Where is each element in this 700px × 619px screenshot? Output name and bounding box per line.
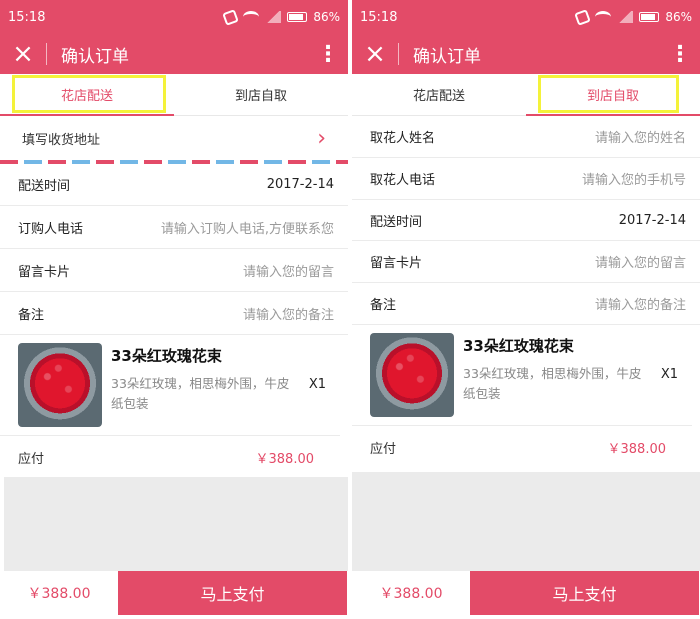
remark-input[interactable]: 请输入您的备注 (595, 294, 686, 313)
delivery-time-row[interactable]: 配送时间 2017-2-14 (352, 200, 700, 241)
message-card-row: 留言卡片 请输入您的留言 (352, 241, 700, 283)
remark-row: 备注 请输入您的备注 (0, 292, 348, 335)
product-description: 33朵红玫瑰，相思梅外围，牛皮纸包装 (111, 376, 290, 411)
payable-row: 应付 ￥388.00 (0, 435, 340, 479)
row-label: 留言卡片 (370, 256, 423, 271)
page-title: 确认订单 (413, 46, 481, 67)
row-label: 配送时间 (18, 179, 71, 194)
delivery-time-row[interactable]: 配送时间 2017-2-14 (0, 164, 348, 206)
payable-row: 应付 ￥388.00 (352, 425, 692, 469)
empty-area (352, 472, 700, 571)
product-image (370, 333, 454, 417)
pickup-phone-input[interactable]: 请输入您的手机号 (582, 169, 686, 188)
pickup-name-row: 取花人姓名 请输入您的姓名 (352, 116, 700, 158)
status-bar: 15:18 86% (352, 0, 700, 34)
footer-bar: ￥388.00 马上支付 (0, 571, 348, 615)
rotation-icon (574, 8, 592, 26)
message-card-row: 留言卡片 请输入您的留言 (0, 249, 348, 292)
remark-row: 备注 请输入您的备注 (352, 283, 700, 325)
chevron-right-icon: › (317, 125, 326, 151)
highlight-box (538, 75, 679, 113)
product-name: 33朵红玫瑰花束 (463, 337, 574, 355)
battery-icon (287, 12, 308, 22)
row-label: 取花人姓名 (370, 131, 436, 146)
signal-icon (265, 11, 282, 23)
message-input[interactable]: 请输入您的留言 (595, 252, 686, 271)
payable-amount: ￥388.00 (255, 452, 315, 467)
address-row[interactable]: 填写收货地址 › (0, 116, 348, 160)
product-item: 33朵红玫瑰花束 33朵红玫瑰，相思梅外围，牛皮纸包装 X1 (0, 335, 348, 435)
close-icon[interactable]: × (0, 34, 46, 74)
row-label: 订购人电话 (18, 221, 84, 237)
pickup-phone-row: 取花人电话 请输入您的手机号 (352, 158, 700, 200)
app-bar: × 确认订单 ⋮ (0, 34, 348, 74)
pay-now-button[interactable]: 马上支付 (470, 571, 699, 615)
delivery-date: 2017-2-14 (618, 212, 686, 228)
buyer-phone-input[interactable]: 请输入订购人电话,方便联系您 (161, 218, 334, 237)
pickup-name-input[interactable]: 请输入您的姓名 (595, 127, 686, 146)
payable-label: 应付 (370, 442, 397, 457)
status-time: 15:18 (360, 9, 398, 25)
payable-label: 应付 (18, 452, 45, 467)
battery-icon (639, 12, 660, 22)
signal-icon (617, 11, 634, 23)
product-item: 33朵红玫瑰花束 33朵红玫瑰，相思梅外围，牛皮纸包装 X1 (352, 325, 700, 425)
row-label: 取花人电话 (370, 173, 436, 188)
status-bar: 15:18 86% (0, 0, 348, 34)
battery-level: 86% (313, 10, 340, 24)
buyer-phone-row: 订购人电话 请输入订购人电话,方便联系您 (0, 206, 348, 249)
rotation-icon (222, 8, 240, 26)
remark-input[interactable]: 请输入您的备注 (243, 304, 334, 323)
screen-delivery: 15:18 86% × 确认订单 ⋮ 花店配送 到店自取 填写收货地址 › 配送… (0, 0, 348, 619)
page-title: 确认订单 (61, 46, 129, 67)
more-icon[interactable]: ⋮ (660, 34, 700, 74)
row-label: 留言卡片 (18, 264, 71, 280)
footer-bar: ￥388.00 马上支付 (352, 571, 700, 615)
wifi-icon (243, 11, 260, 23)
footer-total: ￥388.00 (27, 586, 91, 602)
product-description: 33朵红玫瑰，相思梅外围，牛皮纸包装 (463, 366, 642, 401)
row-label: 备注 (18, 307, 45, 323)
tab-delivery[interactable]: 花店配送 (352, 74, 526, 115)
app-bar: × 确认订单 ⋮ (352, 34, 700, 74)
product-quantity: X1 (308, 377, 326, 392)
empty-area (4, 477, 348, 571)
footer-total: ￥388.00 (379, 586, 443, 602)
delivery-date: 2017-2-14 (266, 177, 334, 192)
row-label: 配送时间 (370, 214, 423, 230)
tab-pickup[interactable]: 到店自取 (174, 74, 348, 115)
address-label: 填写收货地址 (22, 132, 101, 148)
screen-pickup: 15:18 86% × 确认订单 ⋮ 花店配送 到店自取 取花人姓名 请输入您的… (352, 0, 700, 619)
product-quantity: X1 (660, 367, 678, 382)
more-icon[interactable]: ⋮ (308, 34, 348, 74)
close-icon[interactable]: × (352, 34, 398, 74)
payable-amount: ￥388.00 (607, 442, 667, 457)
highlight-box (12, 75, 166, 113)
row-label: 备注 (370, 298, 397, 313)
product-name: 33朵红玫瑰花束 (111, 347, 222, 365)
product-image (18, 343, 102, 427)
battery-level: 86% (665, 10, 692, 24)
status-time: 15:18 (8, 9, 46, 25)
message-input[interactable]: 请输入您的留言 (243, 261, 334, 280)
pay-now-button[interactable]: 马上支付 (118, 571, 347, 615)
wifi-icon (595, 11, 612, 23)
